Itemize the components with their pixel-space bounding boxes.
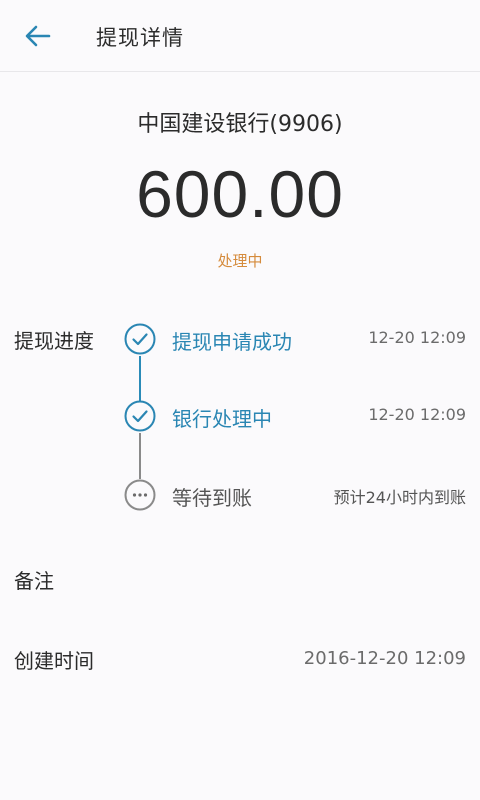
- progress-step: 提现申请成功 12-20 12:09: [0, 323, 480, 357]
- step-time: 12-20 12:09: [368, 405, 466, 424]
- bank-name: 中国建设银行(9906): [137, 112, 343, 137]
- status-text: 处理中: [217, 252, 263, 270]
- progress-step: 等待到账 预计24小时内到账: [0, 479, 480, 513]
- step-label: 银行处理中: [172, 407, 272, 431]
- check-circle-icon: [124, 400, 156, 432]
- created-time-label: 创建时间: [14, 649, 94, 673]
- page-title: 提现详情: [96, 26, 184, 50]
- progress-step: 银行处理中 12-20 12:09: [0, 400, 480, 434]
- timeline-connector: [139, 433, 141, 479]
- arrow-left-icon: [25, 25, 51, 47]
- timeline-connector: [139, 356, 141, 401]
- step-time: 12-20 12:09: [368, 328, 466, 347]
- app-header: 提现详情: [0, 0, 480, 72]
- withdraw-amount: 600.00: [136, 157, 344, 231]
- remark-label: 备注: [14, 569, 54, 593]
- back-button[interactable]: [18, 18, 58, 54]
- step-eta: 预计24小时内到账: [333, 488, 466, 507]
- step-label: 提现申请成功: [172, 330, 292, 354]
- created-time-value: 2016-12-20 12:09: [303, 648, 466, 669]
- check-circle-icon: [124, 323, 156, 355]
- step-label: 等待到账: [172, 486, 252, 510]
- more-circle-icon: [124, 479, 156, 511]
